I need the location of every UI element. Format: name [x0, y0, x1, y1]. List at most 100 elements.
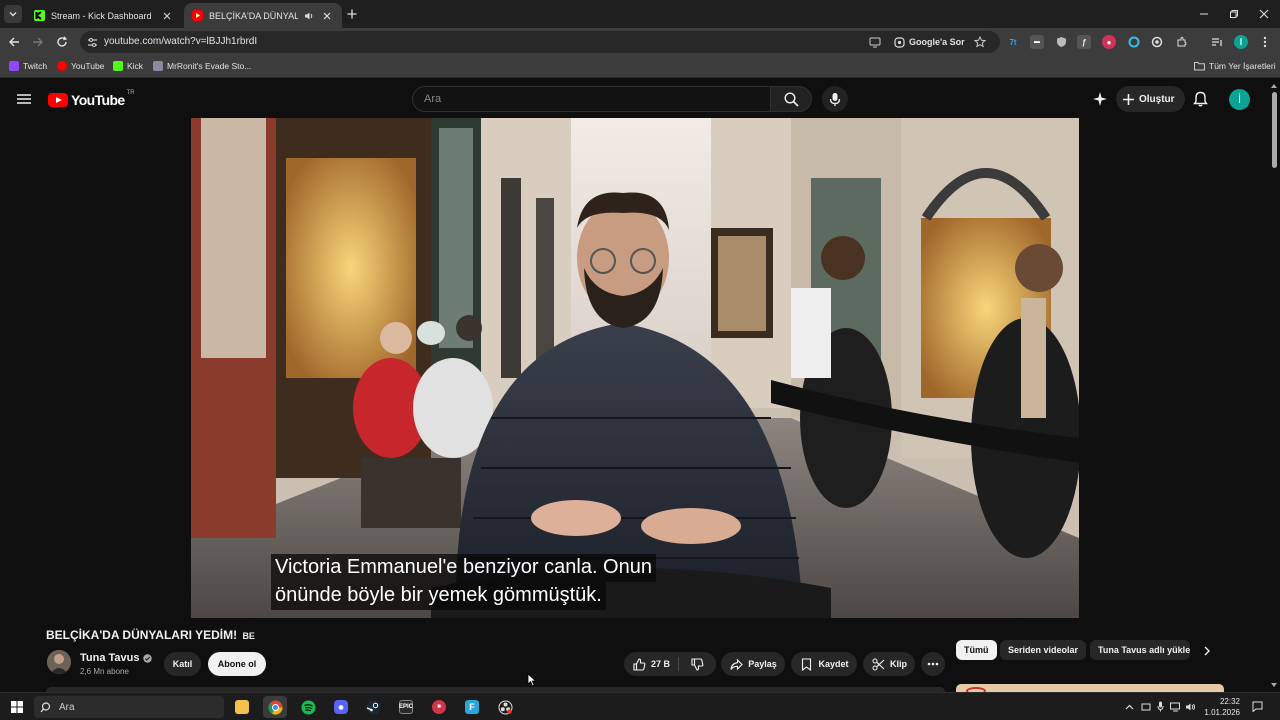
- video-player[interactable]: Victoria Emmanuel'e benziyor canla. Onun…: [191, 118, 1079, 618]
- notification-center-icon[interactable]: [1252, 701, 1263, 712]
- dislike-button[interactable]: [690, 657, 704, 671]
- site-info-icon[interactable]: [85, 35, 99, 49]
- youtube-masthead: YouTube TR Oluştur İ: [0, 80, 1268, 118]
- like-button[interactable]: 27 B: [632, 657, 670, 671]
- url-text[interactable]: youtube.com/watch?v=lBJJh1rbrdI: [104, 36, 257, 47]
- chips-next-button[interactable]: [1199, 643, 1215, 659]
- guide-menu-button[interactable]: [17, 92, 31, 106]
- network-tray-icon[interactable]: [1170, 701, 1181, 712]
- like-divider: [678, 657, 679, 671]
- tab-search-button[interactable]: [4, 5, 22, 23]
- scrollbar-thumb[interactable]: [1272, 92, 1277, 168]
- puzzle-extensions-icon[interactable]: [1175, 35, 1189, 49]
- arrow-right-icon: [33, 37, 43, 47]
- forward-button[interactable]: [30, 34, 46, 50]
- script-extension-icon[interactable]: ƒ: [1077, 35, 1091, 49]
- search-box: [412, 86, 770, 112]
- google-lens-label: Google'a Sor: [909, 37, 965, 47]
- account-avatar[interactable]: İ: [1229, 89, 1250, 110]
- taskbar-file-explorer[interactable]: [230, 696, 254, 718]
- taskbar-epic-games[interactable]: EPIC: [394, 696, 418, 718]
- translate-extension-icon[interactable]: 7t: [1006, 35, 1020, 49]
- taskbar-chrome[interactable]: [263, 696, 287, 718]
- browser-tab-youtube-video[interactable]: BELÇİKA'DA DÜNYALARI YE: [184, 3, 342, 28]
- twitch-icon: [9, 61, 19, 71]
- video-frame: [191, 118, 1079, 618]
- close-tab-icon[interactable]: [160, 9, 174, 23]
- subscribe-button[interactable]: Abone ol: [208, 652, 266, 676]
- chip-series[interactable]: Seriden videolar: [1000, 640, 1087, 660]
- clip-button[interactable]: Klip: [863, 652, 915, 676]
- taskbar-spotify[interactable]: [296, 696, 320, 718]
- youtube-icon: [192, 10, 203, 21]
- tab-title: BELÇİKA'DA DÜNYALARI YE: [209, 10, 298, 21]
- share-label: Paylaş: [748, 659, 777, 669]
- notifications-button[interactable]: [1193, 91, 1208, 107]
- save-button[interactable]: Kaydet: [791, 652, 857, 676]
- close-tab-icon[interactable]: [320, 9, 334, 23]
- browser-tab-kick-dashboard[interactable]: Stream - Kick Dashboard: [26, 3, 182, 28]
- restore-button[interactable]: [1224, 5, 1244, 23]
- discord-icon: ◉: [334, 700, 348, 714]
- profile-avatar-icon[interactable]: İ: [1234, 35, 1248, 49]
- channel-avatar[interactable]: [47, 650, 71, 674]
- bookmark-evade-store[interactable]: MrRonit's Evade Sto...: [153, 61, 251, 71]
- youtube-logo[interactable]: YouTube TR: [48, 90, 135, 108]
- page-scrollbar[interactable]: [1268, 80, 1280, 692]
- microphone-tray-icon[interactable]: [1155, 701, 1166, 712]
- bookmark-youtube[interactable]: YouTube: [57, 61, 104, 71]
- extension-icon[interactable]: ▬: [1030, 35, 1044, 49]
- epic-games-icon: EPIC: [399, 700, 413, 714]
- join-button[interactable]: Katıl: [164, 652, 201, 676]
- bookmark-kick[interactable]: Kick: [113, 61, 143, 71]
- notification-extension-icon[interactable]: ●: [1102, 35, 1116, 49]
- chip-series-label: Seriden videolar: [1008, 645, 1079, 655]
- taskbar-clock[interactable]: 22:32 1.01.2026: [1204, 696, 1240, 718]
- new-tab-button[interactable]: [344, 6, 360, 22]
- shield-extension-icon[interactable]: [1054, 35, 1068, 49]
- search-icon: [783, 91, 799, 107]
- minimize-button[interactable]: [1194, 5, 1214, 23]
- channel-name-text: Tuna Tavus: [80, 652, 140, 664]
- cast-icon[interactable]: [868, 35, 882, 49]
- openai-extension-icon[interactable]: [1150, 35, 1164, 49]
- all-bookmarks-button[interactable]: Tüm Yer İşaretleri: [1194, 61, 1276, 71]
- chip-all[interactable]: Tümü: [956, 640, 997, 660]
- share-button[interactable]: Paylaş: [721, 652, 785, 676]
- search-button[interactable]: [770, 86, 812, 112]
- color-extension-icon[interactable]: [1127, 35, 1141, 49]
- plus-icon: [347, 9, 357, 19]
- caption-line-1: Victoria Emmanuel'e benziyor canla. Onun: [271, 554, 656, 582]
- more-actions-button[interactable]: [921, 652, 945, 676]
- tray-overflow-icon[interactable]: [1124, 701, 1135, 712]
- taskbar-app-blue[interactable]: F: [460, 696, 484, 718]
- share-icon: [729, 657, 743, 671]
- chip-channel-uploads[interactable]: Tuna Tavus adlı yükle: [1090, 640, 1190, 660]
- voice-search-button[interactable]: [822, 86, 848, 112]
- related-video-thumbnail[interactable]: [956, 684, 1224, 692]
- volume-tray-icon[interactable]: [1185, 701, 1196, 712]
- channel-name[interactable]: Tuna Tavus: [80, 652, 152, 664]
- dismissible-prompt-button[interactable]: [1092, 91, 1108, 107]
- media-control-icon[interactable]: [1210, 35, 1224, 49]
- tray-device-icon[interactable]: [1140, 701, 1151, 712]
- audio-playing-icon[interactable]: [302, 9, 316, 23]
- browser-menu-icon[interactable]: [1258, 35, 1272, 49]
- taskbar-discord[interactable]: ◉: [329, 696, 353, 718]
- like-dislike-group: 27 B: [624, 652, 716, 676]
- close-window-button[interactable]: [1254, 5, 1274, 23]
- create-label: Oluştur: [1139, 93, 1175, 105]
- bookmark-twitch[interactable]: Twitch: [9, 61, 47, 71]
- search-input[interactable]: [424, 93, 754, 105]
- taskbar-obs[interactable]: [493, 696, 517, 718]
- taskbar-steam[interactable]: [361, 696, 385, 718]
- start-button[interactable]: [5, 696, 29, 718]
- address-bar[interactable]: youtube.com/watch?v=lBJJh1rbrdI Google'a…: [80, 31, 1000, 53]
- reload-button[interactable]: [54, 34, 70, 50]
- bookmark-star-icon[interactable]: [973, 35, 987, 49]
- back-button[interactable]: [6, 34, 22, 50]
- create-button[interactable]: Oluştur: [1116, 86, 1185, 112]
- taskbar-app-red[interactable]: ■: [427, 696, 451, 718]
- taskbar-search[interactable]: Ara: [34, 696, 224, 718]
- google-lens-button[interactable]: Google'a Sor: [894, 34, 965, 50]
